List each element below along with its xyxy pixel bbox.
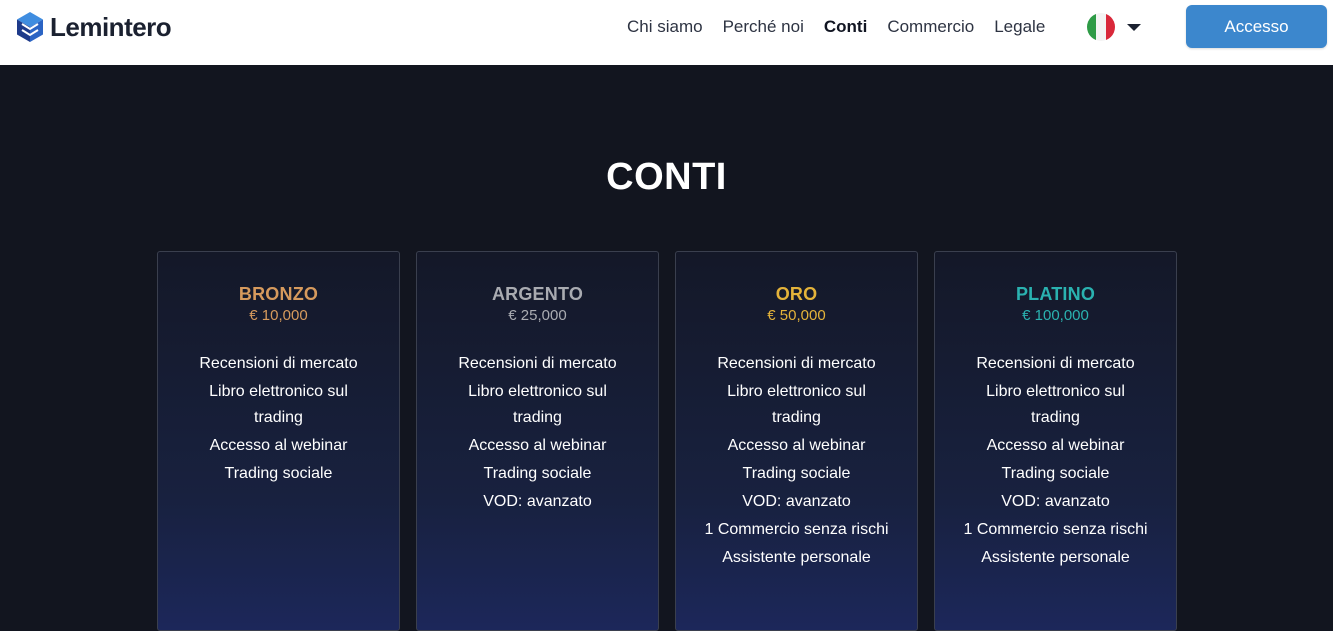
plan-features-list: Recensioni di mercato Libro elettronico s… [417,351,658,515]
plan-feature: Accesso al webinar [209,437,348,454]
plan-card-argento: ARGENTO € 25,000 Recensioni di mercato Libr… [416,251,659,631]
plan-feature: Libro elettronico sul trading [468,383,607,426]
plan-feature: Accesso al webinar [468,437,607,454]
plan-feature: Recensioni di mercato [199,355,358,372]
plan-card-platino: PLATINO € 100,000 Recensioni di mercato Lib… [934,251,1177,631]
plan-feature: VOD: avanzato [483,493,592,510]
brand-name: Lemintero [50,12,172,42]
section-title: CONTI [606,156,727,198]
plan-feature: Trading sociale [483,465,592,482]
header: Lemintero Chi siamo Perché noi Conti Com… [0,0,1333,65]
plan-feature: Recensioni di mercato [976,355,1135,372]
plan-feature: 1 Commercio senza rischi [963,521,1148,538]
plan-feature: Libro elettronico sul trading [986,383,1125,426]
plan-feature: Trading sociale [224,465,333,482]
plan-feature: VOD: avanzato [1001,493,1110,510]
nav-item-chi-siamo[interactable]: Chi siamo [627,17,703,37]
plan-card-oro: ORO € 50,000 Recensioni di mercato Libro el… [675,251,918,631]
plan-price: € 10,000 [249,307,308,324]
plan-name: ORO [775,284,818,304]
login-button[interactable]: Accesso [1186,5,1327,48]
plan-name: PLATINO [1015,284,1096,304]
plan-features-list: Recensioni di mercato Libro elettronico s… [676,351,917,571]
plan-feature: Libro elettronico sul trading [727,383,866,426]
plan-price: € 100,000 [1022,307,1089,324]
plan-feature: Recensioni di mercato [717,355,876,372]
plan-feature: Recensioni di mercato [458,355,617,372]
plan-feature: Trading sociale [742,465,851,482]
plan-feature: Accesso al webinar [986,437,1125,454]
plan-cards: BRONZO € 10,000 Recensioni di mercato Libro… [157,251,1177,631]
nav-item-perche-noi[interactable]: Perché noi [723,17,804,37]
logo[interactable]: Lemintero [16,11,172,43]
plan-feature: Assistente personale [981,549,1130,566]
plan-name: ARGENTO [491,284,584,304]
plan-features-list: Recensioni di mercato Libro elettronico s… [935,351,1176,571]
plan-feature: Assistente personale [722,549,871,566]
plan-feature: VOD: avanzato [742,493,851,510]
plan-feature: 1 Commercio senza rischi [704,521,889,538]
plan-feature: Accesso al webinar [727,437,866,454]
nav-item-commercio[interactable]: Commercio [887,17,974,37]
plan-card-bronzo: BRONZO € 10,000 Recensioni di mercato Libro… [157,251,400,631]
main-nav: Chi siamo Perché noi Conti Commercio Leg… [617,0,1055,53]
plan-price: € 25,000 [508,307,567,324]
plan-price: € 50,000 [767,307,826,324]
chevron-down-icon [1127,23,1141,31]
plan-name: BRONZO [238,284,319,304]
nav-item-conti[interactable]: Conti [824,17,867,37]
logo-icon [17,12,43,42]
plan-feature: Trading sociale [1001,465,1110,482]
language-selector[interactable] [1087,13,1141,41]
plan-features-list: Recensioni di mercato Libro elettronico s… [158,351,399,487]
plan-feature: Libro elettronico sul trading [209,383,348,426]
italy-flag-icon [1087,13,1115,41]
nav-item-legale[interactable]: Legale [994,17,1045,37]
